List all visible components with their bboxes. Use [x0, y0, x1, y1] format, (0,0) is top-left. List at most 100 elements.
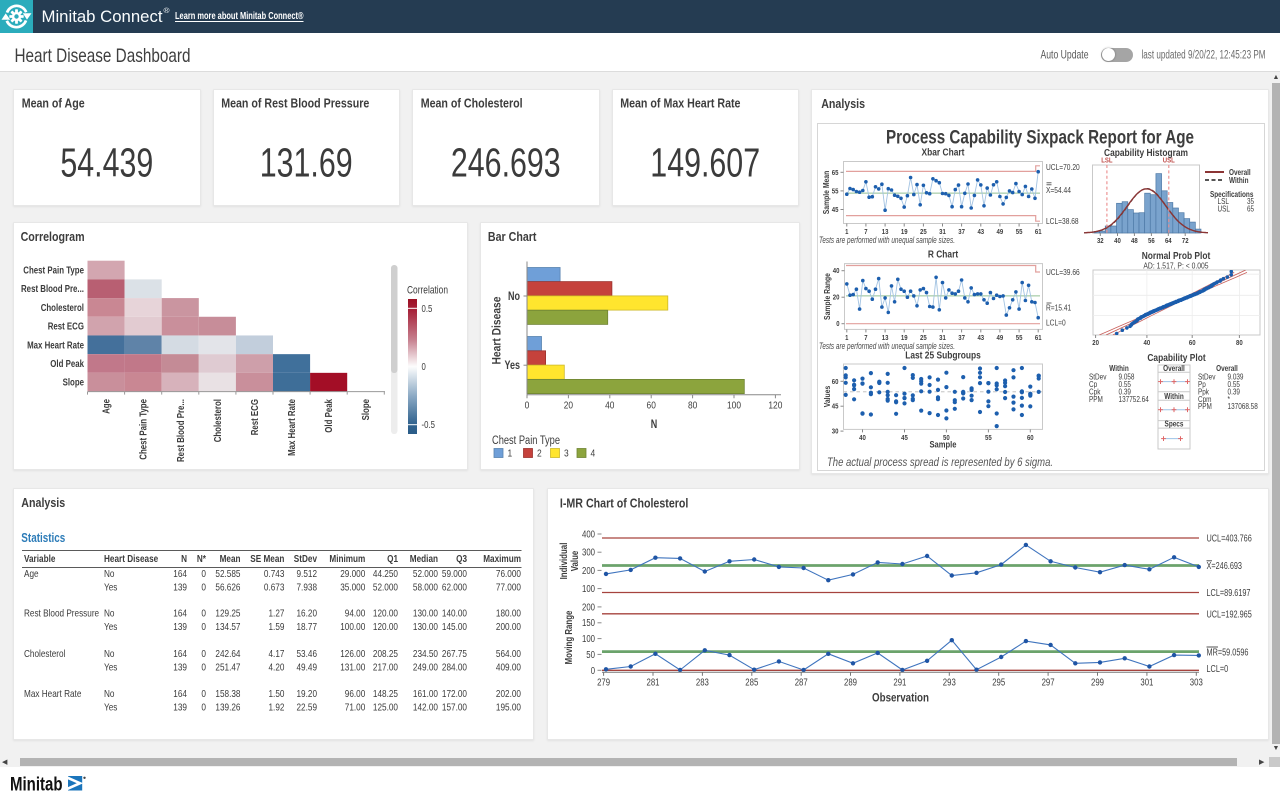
svg-text:291: 291 — [893, 678, 906, 689]
svg-text:Mean of Rest Blood Pressure: Mean of Rest Blood Pressure — [221, 96, 369, 111]
svg-text:164: 164 — [173, 648, 187, 660]
svg-text:Yes: Yes — [505, 360, 521, 372]
svg-text:Chest Pain Type: Chest Pain Type — [492, 435, 560, 447]
svg-text:Minitab: Minitab — [10, 774, 63, 796]
svg-text:Max Heart Rate: Max Heart Rate — [24, 688, 82, 700]
svg-text:UCL=70.20: UCL=70.20 — [1046, 162, 1080, 172]
svg-text:Capability Plot: Capability Plot — [1147, 352, 1206, 364]
svg-text:158.38: 158.38 — [215, 688, 240, 700]
svg-text:Yes: Yes — [104, 582, 117, 594]
svg-text:40: 40 — [605, 400, 614, 412]
svg-text:139: 139 — [173, 661, 187, 673]
svg-text:100: 100 — [582, 634, 595, 645]
svg-text:No: No — [104, 648, 115, 660]
svg-text:161.00: 161.00 — [413, 688, 438, 700]
svg-text:120: 120 — [768, 400, 782, 412]
svg-text:126.00: 126.00 — [340, 648, 365, 660]
svg-text:96.00: 96.00 — [345, 688, 366, 700]
svg-text:139: 139 — [173, 621, 187, 633]
svg-text:55: 55 — [832, 186, 839, 195]
svg-text:Median: Median — [410, 553, 438, 565]
svg-text:Heart Disease: Heart Disease — [104, 553, 158, 565]
svg-text:0: 0 — [201, 701, 206, 713]
svg-text:0: 0 — [201, 688, 206, 700]
svg-text:80: 80 — [1236, 338, 1243, 347]
svg-text:52.000: 52.000 — [413, 568, 438, 580]
svg-text:19.20: 19.20 — [297, 688, 318, 700]
svg-text:0.5: 0.5 — [422, 304, 433, 315]
svg-text:Yes: Yes — [104, 701, 117, 713]
svg-text:SE Mean: SE Mean — [250, 553, 284, 565]
svg-text:1.92: 1.92 — [269, 701, 285, 713]
svg-text:72: 72 — [1182, 236, 1189, 245]
svg-text:52.000: 52.000 — [373, 582, 398, 594]
svg-text:UCL=192.965: UCL=192.965 — [1207, 609, 1253, 620]
svg-text:N*: N* — [197, 553, 207, 565]
svg-text:40: 40 — [1144, 338, 1151, 347]
svg-text:20: 20 — [1092, 338, 1099, 347]
svg-text:No: No — [104, 688, 115, 700]
svg-text:195.00: 195.00 — [496, 701, 521, 713]
svg-text:130.00: 130.00 — [413, 608, 438, 620]
svg-text:Last 25 Subgroups: Last 25 Subgroups — [905, 350, 981, 362]
svg-text:Q3: Q3 — [456, 553, 467, 565]
svg-text:60: 60 — [832, 377, 839, 386]
svg-text:Statistics: Statistics — [21, 531, 65, 545]
svg-text:64: 64 — [1165, 236, 1172, 245]
svg-text:3: 3 — [564, 448, 569, 460]
svg-text:120.00: 120.00 — [373, 608, 398, 620]
svg-text:120.00: 120.00 — [373, 621, 398, 633]
svg-text:400: 400 — [582, 530, 595, 541]
svg-text:295: 295 — [992, 678, 1005, 689]
svg-text:Observation: Observation — [872, 693, 929, 705]
svg-text:130.00: 130.00 — [413, 621, 438, 633]
svg-text:0: 0 — [201, 648, 206, 660]
svg-text:56.626: 56.626 — [215, 582, 240, 594]
svg-text:125.00: 125.00 — [373, 701, 398, 713]
svg-text:LCL=0: LCL=0 — [1207, 664, 1229, 675]
svg-text:Heart Disease: Heart Disease — [490, 296, 504, 364]
svg-text:Max Heart Rate: Max Heart Rate — [27, 339, 84, 351]
svg-text:281: 281 — [647, 678, 660, 689]
svg-text:R Chart: R Chart — [928, 249, 959, 261]
svg-text:No: No — [104, 568, 115, 580]
svg-text:Bar Chart: Bar Chart — [488, 229, 537, 244]
svg-text:65: 65 — [1247, 205, 1255, 214]
svg-text:Rest Blood Pre...: Rest Blood Pre... — [175, 399, 187, 462]
svg-text:LCL=0: LCL=0 — [1046, 318, 1066, 328]
svg-text:1.27: 1.27 — [269, 608, 285, 620]
svg-text:The actual process spread is r: The actual process spread is represented… — [827, 457, 1053, 469]
svg-text:60: 60 — [1189, 338, 1196, 347]
svg-text:7.938: 7.938 — [297, 582, 318, 594]
svg-text:164: 164 — [173, 568, 187, 580]
svg-text:139: 139 — [173, 582, 187, 594]
svg-text:1.59: 1.59 — [269, 621, 285, 633]
svg-text:164: 164 — [173, 688, 187, 700]
svg-text:Cholesterol: Cholesterol — [41, 302, 84, 314]
svg-text:Yes: Yes — [104, 661, 117, 673]
svg-text:76.000: 76.000 — [496, 568, 521, 580]
svg-text:148.25: 148.25 — [373, 688, 398, 700]
svg-text:Heart Disease Dashboard: Heart Disease Dashboard — [15, 45, 191, 67]
svg-text:44.250: 44.250 — [373, 568, 398, 580]
svg-text:71.00: 71.00 — [345, 701, 366, 713]
svg-text:49: 49 — [997, 333, 1004, 342]
svg-text:299: 299 — [1091, 678, 1104, 689]
svg-text:I-MR Chart of Cholesterol: I-MR Chart of Cholesterol — [560, 495, 689, 510]
svg-text:Rest ECG: Rest ECG — [48, 321, 84, 333]
svg-text:217.00: 217.00 — [373, 661, 398, 673]
svg-text:Slope: Slope — [360, 399, 372, 421]
svg-text:Q1: Q1 — [387, 553, 398, 565]
svg-text:Learn more about Minitab Conne: Learn more about Minitab Connect® — [175, 10, 304, 22]
svg-text:Within: Within — [1164, 392, 1184, 401]
svg-text:AD: 1.517, P: < 0.005: AD: 1.517, P: < 0.005 — [1143, 261, 1208, 271]
svg-text:Old Peak: Old Peak — [323, 399, 335, 433]
svg-text:Overall: Overall — [1163, 364, 1185, 373]
svg-text:251.47: 251.47 — [215, 661, 240, 673]
svg-text:last updated 9/20/22, 12:45:23: last updated 9/20/22, 12:45:23 PM — [1142, 50, 1266, 62]
svg-text:Capability Histogram: Capability Histogram — [1104, 147, 1188, 159]
svg-text:Age: Age — [24, 568, 39, 580]
svg-text:R=15.41: R=15.41 — [1046, 303, 1071, 313]
svg-text:18.77: 18.77 — [297, 621, 318, 633]
svg-text:Sample Mean: Sample Mean — [821, 171, 831, 215]
